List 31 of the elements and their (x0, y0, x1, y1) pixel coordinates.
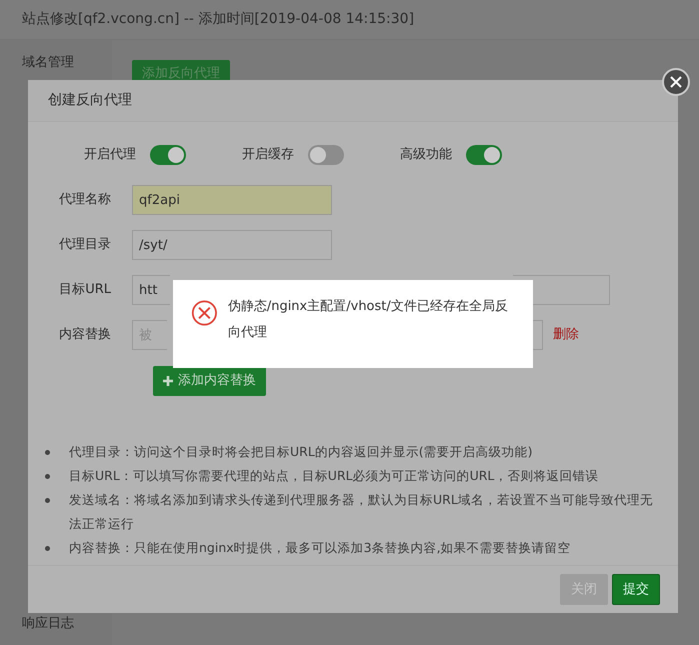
field-label: 代理名称 (58, 191, 112, 210)
switch-label: 高级功能 (400, 146, 452, 164)
bullet-icon (45, 546, 50, 551)
bullet-icon (45, 498, 50, 503)
field-label: 代理目录 (58, 236, 112, 254)
bullet-icon (45, 474, 50, 479)
toggle-switch[interactable] (466, 145, 502, 165)
input-field[interactable]: /syt/ (132, 230, 332, 260)
delete-link[interactable]: 删除 (553, 325, 579, 345)
note-text: 发送域名：将域名添加到请求头传递到代理服务器，默认为目标URL域名，若设置不当可能导致代理无法正常运行 (69, 491, 654, 533)
toggle-switch[interactable] (150, 145, 186, 165)
submit-button[interactable]: 提交 (612, 574, 660, 605)
input-field[interactable]: qf2api (132, 185, 332, 215)
switch-label: 开启缓存 (242, 146, 294, 164)
sidebar-item[interactable]: 域名管理 (0, 48, 112, 78)
sidebar-item[interactable]: 响应日志 (0, 609, 112, 639)
switch-label: 开启代理 (84, 146, 136, 164)
modal-title: 创建反向代理 (48, 91, 132, 110)
bullet-icon (45, 450, 50, 455)
add-replace-button[interactable]: 添加内容替换 (153, 366, 266, 396)
plus-icon (163, 376, 173, 386)
field-label: 内容替换 (58, 326, 112, 344)
input-field[interactable]: htt (132, 275, 170, 305)
dialog-title: 站点修改[qf2.vcong.cn] -- 添加时间[2019-04-08 14:15:30] (0, 0, 699, 40)
note-text: 内容替换：只能在使用nginx时提供，最多可以添加3条替换内容,如果不需要替换请留空 (69, 539, 571, 557)
message-text: 伪静态/nginx主配置/vhost/文件已经存在全局反向代理 (228, 298, 509, 342)
error-icon (191, 298, 218, 328)
note-text: 代理目录：访问这个目录时将会把目标URL的内容返回并显示(需要开启高级功能) (69, 443, 533, 461)
toggle-switch[interactable] (308, 145, 344, 165)
note-text: 目标URL：可以填写你需要代理的站点，目标URL必须为可正常访问的URL，否则将返回错误 (69, 467, 598, 485)
field-label: 目标URL (58, 281, 112, 300)
